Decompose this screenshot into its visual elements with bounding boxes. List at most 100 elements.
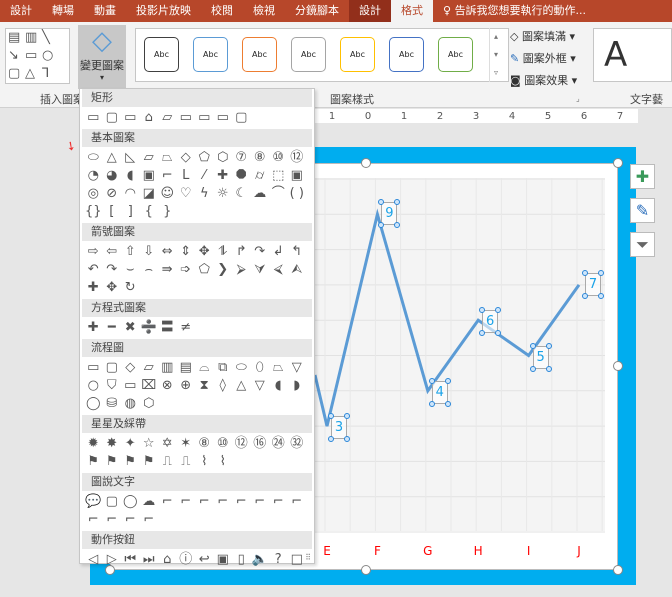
shape-option-icon[interactable]: ▭	[195, 109, 214, 127]
shape-option-icon[interactable]: ⎍	[177, 453, 196, 471]
shape-option-icon[interactable]: ✚	[214, 167, 233, 185]
shape-option-icon[interactable]: ▭	[84, 359, 103, 377]
shape-option-icon[interactable]: ➗	[140, 319, 159, 337]
shape-option-icon[interactable]: ⌐	[214, 493, 233, 511]
shape-icon[interactable]: ▢	[8, 66, 25, 83]
shape-option-icon[interactable]: ✚	[84, 279, 103, 297]
tell-me-box[interactable]: ♀ 告訴我您想要執行的動作...	[433, 0, 596, 22]
shape-option-icon[interactable]: 〓	[158, 319, 177, 337]
shape-option-icon[interactable]: [	[103, 203, 122, 221]
label-handle[interactable]	[444, 400, 451, 407]
shape-option-icon[interactable]: ◯	[84, 395, 103, 413]
shape-option-icon[interactable]: ( )	[288, 185, 307, 203]
shape-option-icon[interactable]: ⌐	[251, 493, 270, 511]
shape-option-icon[interactable]: ⏭	[140, 551, 159, 569]
shape-option-icon[interactable]: ⌐	[195, 493, 214, 511]
shape-option-icon[interactable]: ⬯	[251, 359, 270, 377]
shape-option-icon[interactable]: ㉔	[269, 435, 288, 453]
shape-option-icon[interactable]: ✹	[84, 435, 103, 453]
shape-icon[interactable]: ○	[42, 48, 59, 66]
style-preset[interactable]: Abc	[242, 37, 277, 72]
chart-styles-button[interactable]: ✎	[630, 198, 655, 223]
shape-option-icon[interactable]: ▢	[232, 109, 251, 127]
shape-option-icon[interactable]: ⌐	[269, 493, 288, 511]
shape-option-icon[interactable]: ⇦	[103, 243, 122, 261]
shape-option-icon[interactable]: ϟ	[195, 185, 214, 203]
resize-grip-icon[interactable]: ⠿	[305, 553, 311, 562]
shape-option-icon[interactable]: ▱	[140, 359, 159, 377]
shape-option-icon[interactable]: ⇔	[158, 243, 177, 261]
label-handle[interactable]	[545, 365, 552, 372]
label-handle[interactable]	[598, 292, 604, 299]
shape-option-icon[interactable]: ⊗	[158, 377, 177, 395]
shape-option-icon[interactable]: ▥	[158, 359, 177, 377]
shape-option-icon[interactable]: ⌐	[84, 511, 103, 529]
tab-2[interactable]: 動畫	[84, 0, 126, 22]
shape-option-icon[interactable]: ▣	[140, 167, 159, 185]
label-handle[interactable]	[444, 377, 451, 384]
shape-option-icon[interactable]: ⌐	[121, 511, 140, 529]
shape-icon[interactable]: ↘	[8, 48, 25, 66]
shape-option-icon[interactable]: ◔	[84, 167, 103, 185]
shape-option-icon[interactable]: ▣	[288, 167, 307, 185]
resize-handle[interactable]	[613, 565, 623, 575]
shape-option-icon[interactable]: ⌢	[140, 261, 159, 279]
shape-option-icon[interactable]: ⏢	[269, 359, 288, 377]
shape-option-icon[interactable]: ◪	[140, 185, 159, 203]
label-handle[interactable]	[529, 342, 536, 349]
shape-option-icon[interactable]: ⚑	[121, 453, 140, 471]
shape-option-icon[interactable]: □	[288, 551, 307, 569]
shape-option-icon[interactable]: ▷	[103, 551, 122, 569]
tab-3[interactable]: 投影片放映	[126, 0, 201, 22]
shape-icon[interactable]: ▥	[25, 30, 42, 48]
shape-option-icon[interactable]: ⬠	[195, 261, 214, 279]
shape-icon[interactable]: △	[25, 66, 42, 83]
shape-option-icon[interactable]: ⁄	[195, 167, 214, 185]
shape-option-icon[interactable]: ⇩	[140, 243, 159, 261]
label-handle[interactable]	[428, 400, 435, 407]
shape-option-icon[interactable]: ⏮	[121, 551, 140, 569]
style-preset[interactable]: Abc	[291, 37, 326, 72]
shape-option-icon[interactable]: ◁	[84, 551, 103, 569]
shape-option-icon[interactable]: ⚑	[84, 453, 103, 471]
shape-option-icon[interactable]: ✦	[121, 435, 140, 453]
insert-shapes-gallery[interactable]: ▤▥╲↘▭○▢△⅂▾▿	[5, 28, 70, 84]
shape-option-icon[interactable]: ▣	[214, 551, 233, 569]
resize-handle[interactable]	[361, 565, 371, 575]
shape-option-icon[interactable]: △	[232, 377, 251, 395]
shape-option-icon[interactable]: ⌐	[232, 493, 251, 511]
tab-1[interactable]: 轉場	[42, 0, 84, 22]
shape-option-icon[interactable]: ⑩	[214, 435, 233, 453]
tab-5[interactable]: 檢視	[243, 0, 285, 22]
shape-option-icon[interactable]: ⇨	[84, 243, 103, 261]
chart-elements-button[interactable]: ✚	[630, 164, 655, 189]
shape-option-icon[interactable]: ⌐	[177, 493, 196, 511]
shape-option-icon[interactable]: ▭	[214, 109, 233, 127]
shape-fill-button[interactable]: ◇ 圖案填滿 ▾	[510, 28, 575, 44]
shape-option-icon[interactable]: ⌧	[140, 377, 159, 395]
shape-option-icon[interactable]: ⑦	[232, 149, 251, 167]
shape-option-icon[interactable]: ◇	[121, 359, 140, 377]
shape-option-icon[interactable]: ✥	[195, 243, 214, 261]
shape-icon[interactable]: ╲	[42, 30, 59, 48]
shape-option-icon[interactable]: ↱	[232, 243, 251, 261]
style-preset[interactable]: Abc	[438, 37, 473, 72]
shape-option-icon[interactable]: ◠	[121, 185, 140, 203]
label-handle[interactable]	[582, 292, 588, 299]
data-label[interactable]: 4	[431, 380, 448, 404]
shape-option-icon[interactable]: ◕	[103, 167, 122, 185]
tab-0[interactable]: 設計	[0, 0, 42, 22]
shape-option-icon[interactable]: ⬭	[84, 149, 103, 167]
shape-option-icon[interactable]: ◖	[121, 167, 140, 185]
shape-option-icon[interactable]: ▭	[84, 109, 103, 127]
shape-option-icon[interactable]: ▱	[158, 109, 177, 127]
shape-option-icon[interactable]: △	[103, 149, 122, 167]
shape-option-icon[interactable]: ✥	[103, 279, 122, 297]
shape-option-icon[interactable]: ⧗	[195, 377, 214, 395]
shape-option-icon[interactable]: ⬚	[269, 167, 288, 185]
shape-option-icon[interactable]: ▢	[103, 493, 122, 511]
change-shape-button[interactable]: ◇ 變更圖案 ▾	[78, 25, 126, 89]
shape-option-icon[interactable]: ○	[84, 377, 103, 395]
tab-4[interactable]: 校閱	[201, 0, 243, 22]
shape-icon[interactable]: ▭	[25, 48, 42, 66]
